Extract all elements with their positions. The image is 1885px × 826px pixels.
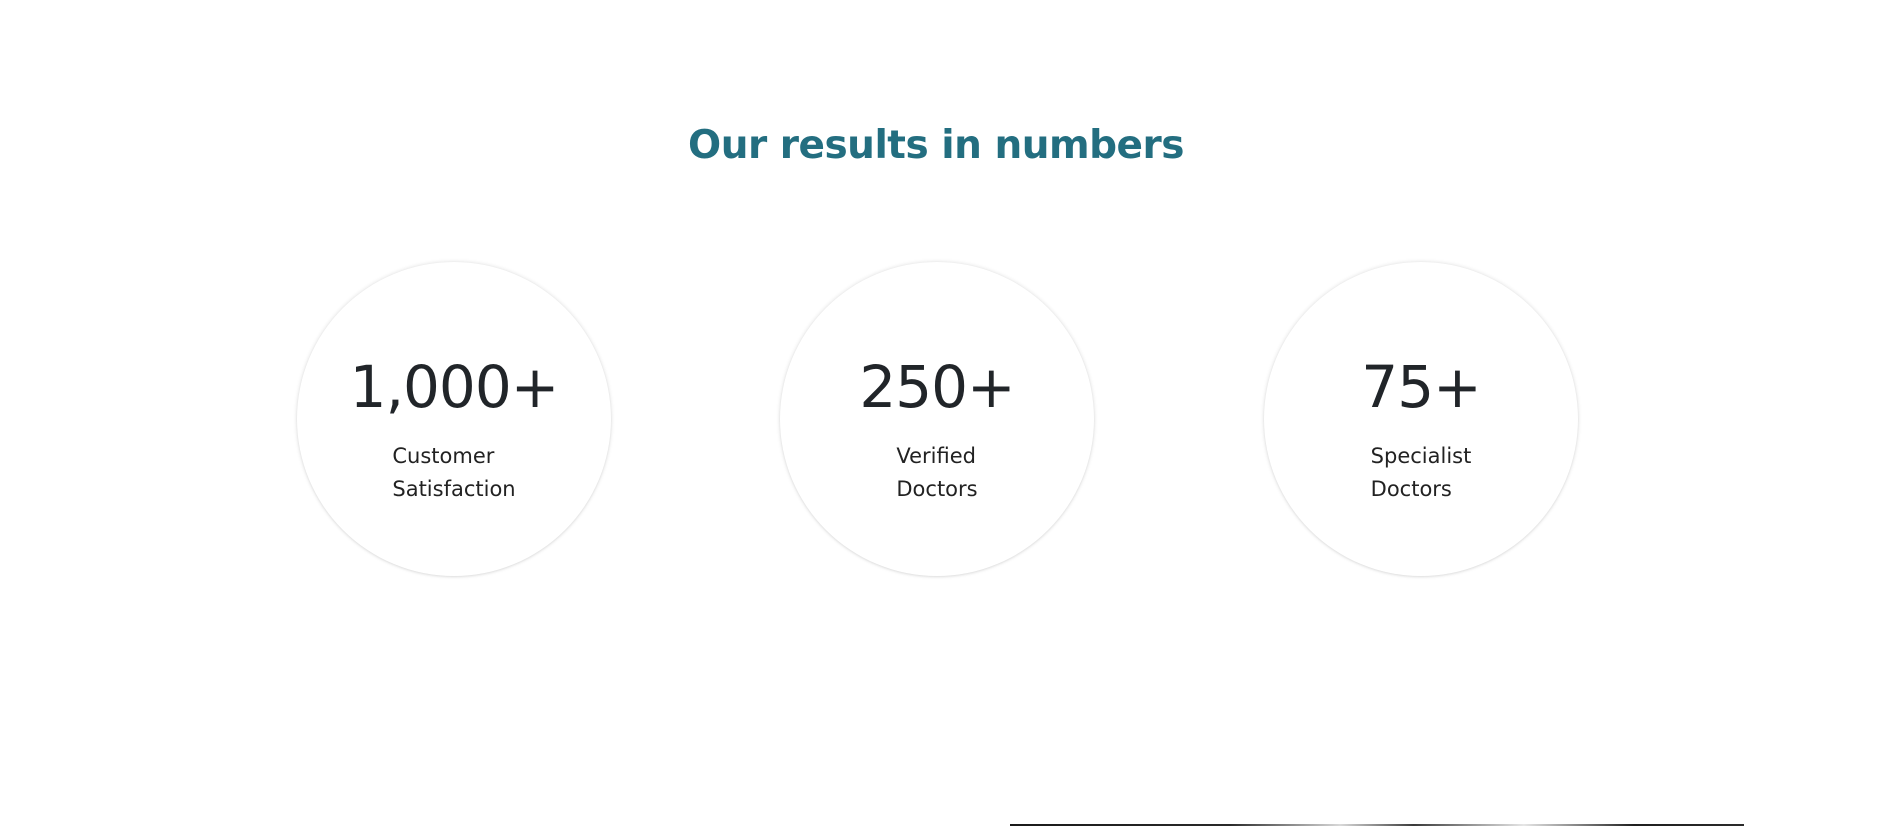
stat-value: 1,000+ — [349, 353, 560, 421]
stat-label-line: Specialist — [1370, 444, 1472, 468]
stat-card-verified-doctors: 250+ Verified Doctors — [780, 262, 1094, 576]
stat-label-line: Doctors — [896, 477, 978, 501]
stat-value: 250+ — [859, 353, 1015, 421]
stat-label-line: Doctors — [1370, 477, 1452, 501]
stat-card-customer-satisfaction: 1,000+ Customer Satisfaction — [297, 262, 611, 576]
stat-label-line: Satisfaction — [392, 477, 516, 501]
stat-label: Customer Satisfaction — [297, 440, 611, 506]
stat-value: 75+ — [1361, 353, 1481, 421]
section-title: Our results in numbers — [688, 123, 1184, 168]
stat-label: Verified Doctors — [780, 440, 1094, 506]
stat-label: Specialist Doctors — [1264, 440, 1578, 506]
stat-label-line: Customer — [392, 444, 495, 468]
stat-label-line: Verified — [896, 444, 976, 468]
stat-card-specialist-doctors: 75+ Specialist Doctors — [1264, 262, 1578, 576]
